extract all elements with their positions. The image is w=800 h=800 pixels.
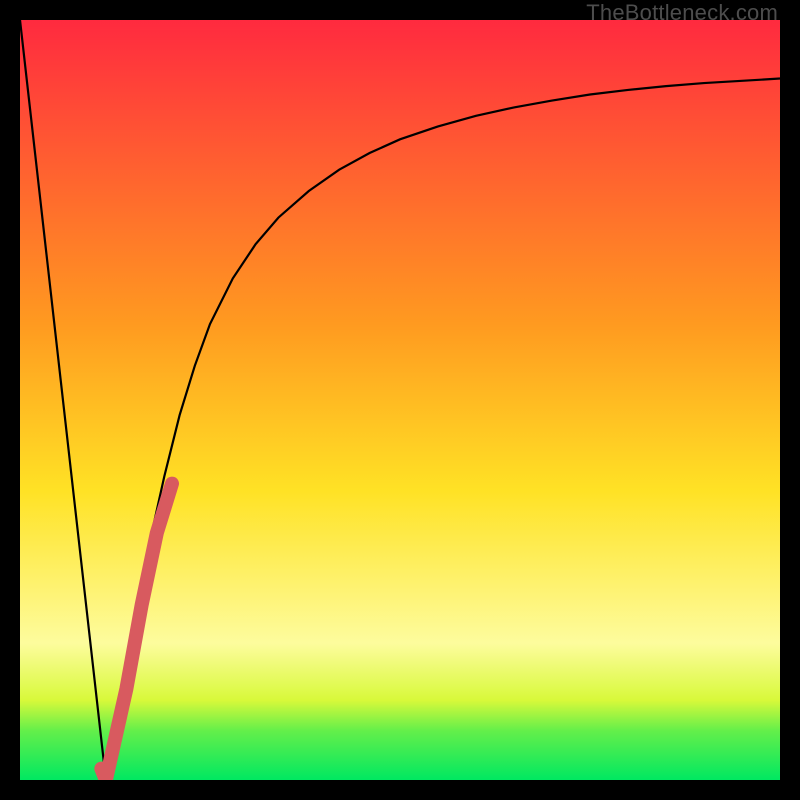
plot-svg [20,20,780,780]
chart-frame: TheBottleneck.com [0,0,800,800]
plot-area [20,20,780,780]
watermark-text: TheBottleneck.com [586,0,778,26]
